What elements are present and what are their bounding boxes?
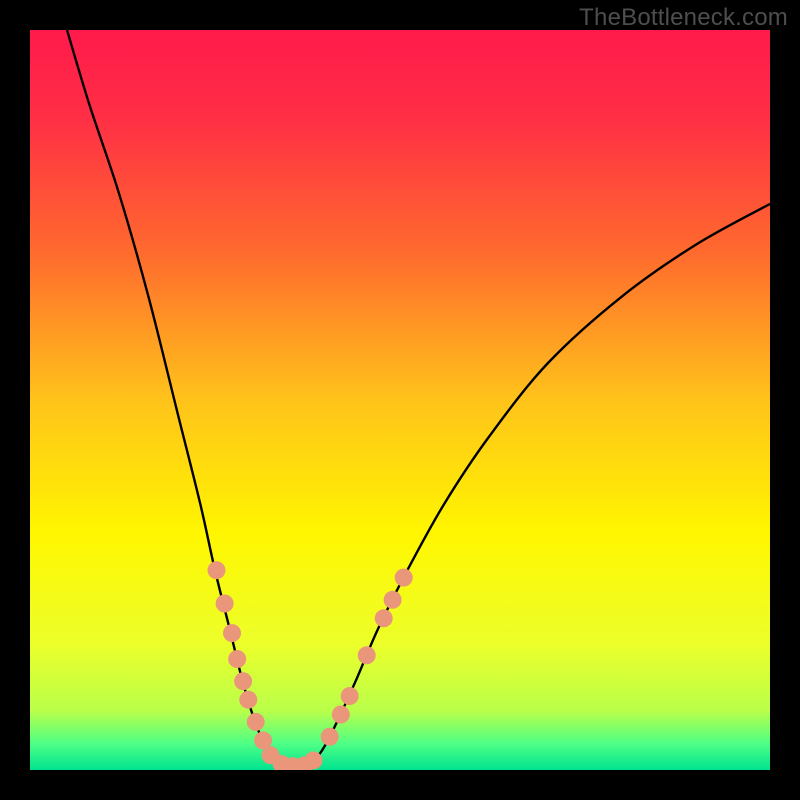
highlight-dot xyxy=(384,591,402,609)
highlight-dot xyxy=(332,706,350,724)
highlight-dot xyxy=(304,751,322,769)
highlight-dot xyxy=(321,728,339,746)
highlight-dot xyxy=(228,650,246,668)
chart-svg xyxy=(30,30,770,770)
highlight-dot xyxy=(375,609,393,627)
plot-area xyxy=(30,30,770,770)
highlight-dot xyxy=(341,687,359,705)
highlight-dot xyxy=(395,569,413,587)
watermark-text: TheBottleneck.com xyxy=(579,4,788,32)
highlight-dot xyxy=(234,672,252,690)
gradient-background xyxy=(30,30,770,770)
highlight-dot xyxy=(207,561,225,579)
highlight-dot xyxy=(239,691,257,709)
highlight-dot xyxy=(216,595,234,613)
highlight-dot xyxy=(247,713,265,731)
highlight-dot xyxy=(358,646,376,664)
chart-frame: TheBottleneck.com xyxy=(0,0,800,800)
highlight-dot xyxy=(223,624,241,642)
